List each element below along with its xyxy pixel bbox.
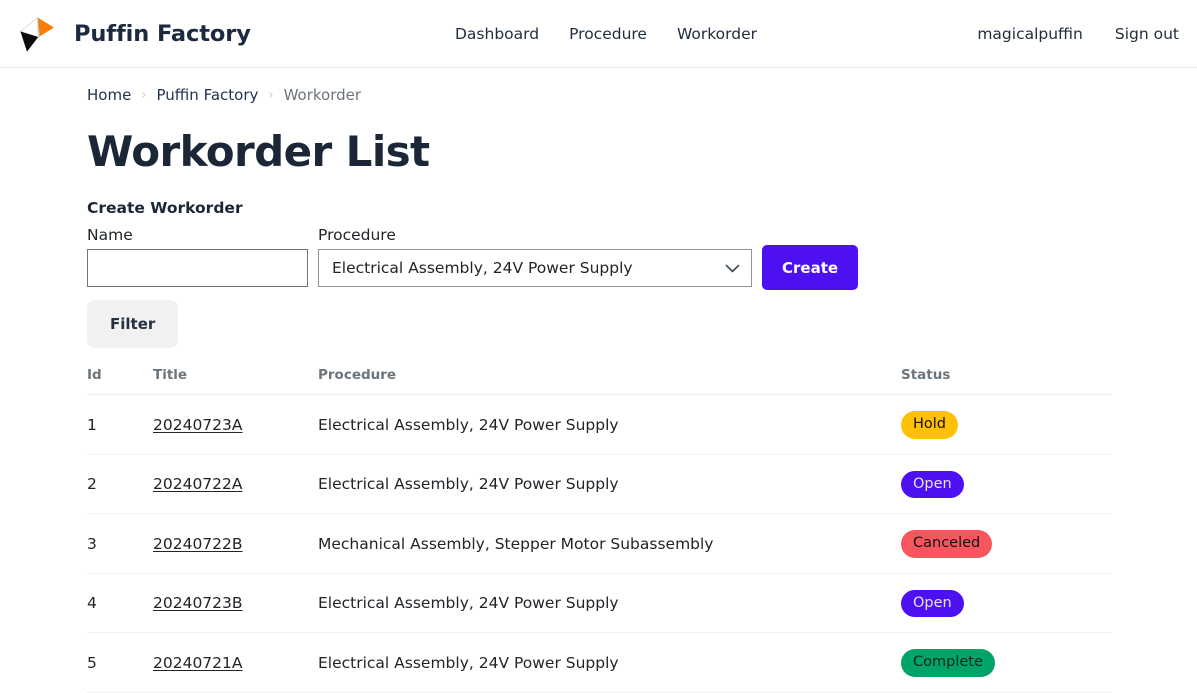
column-header-title: Title [153, 367, 318, 395]
cell-id: 4 [87, 573, 153, 633]
breadcrumb-separator-icon: › [141, 87, 147, 103]
cell-status: Canceled [901, 513, 1112, 574]
status-badge: Open [901, 470, 964, 498]
name-label: Name [87, 226, 133, 244]
cell-procedure: Electrical Assembly, 24V Power Supply [318, 394, 901, 455]
cell-title: 20240722B [153, 513, 318, 574]
cell-title: 20240721A [153, 632, 318, 693]
procedure-select-value: Electrical Assembly, 24V Power Supply [332, 259, 633, 277]
cell-procedure: Electrical Assembly, 24V Power Supply [318, 573, 901, 633]
nav-item-workorder[interactable]: Workorder [677, 25, 757, 43]
breadcrumb-item-home[interactable]: Home [87, 86, 131, 104]
nav-item-procedure[interactable]: Procedure [569, 25, 647, 43]
cell-procedure: Electrical Assembly, 24V Power Supply [318, 454, 901, 514]
filter-button[interactable]: Filter [87, 300, 179, 348]
procedure-select-wrapper: Electrical Assembly, 24V Power Supply [318, 249, 752, 287]
cell-title: 20240723B [153, 573, 318, 633]
workorder-title-link[interactable]: 20240722B [153, 535, 243, 553]
column-header-id: Id [87, 367, 153, 395]
primary-nav: Dashboard Procedure Workorder [455, 0, 757, 68]
create-workorder-form: Name Procedure Electrical Assembly, 24V … [87, 226, 1197, 290]
table-row: 5 20240721A Electrical Assembly, 24V Pow… [87, 632, 1112, 693]
top-navbar: Puffin Factory Dashboard Procedure Worko… [0, 0, 1197, 68]
procedure-field-group: Procedure Electrical Assembly, 24V Power… [318, 226, 752, 287]
workorder-title-link[interactable]: 20240721A [153, 654, 243, 672]
cell-status: Complete [901, 632, 1112, 693]
table-row: 3 20240722B Mechanical Assembly, Stepper… [87, 513, 1112, 574]
column-header-status: Status [901, 367, 1112, 395]
cell-status: Hold [901, 394, 1112, 455]
status-badge: Complete [901, 649, 995, 677]
table-row: 1 20240723A Electrical Assembly, 24V Pow… [87, 394, 1112, 455]
puffin-kite-logo-icon [14, 11, 60, 57]
table-body: 1 20240723A Electrical Assembly, 24V Pow… [87, 394, 1112, 693]
page-body: Home › Puffin Factory › Workorder Workor… [0, 68, 1197, 693]
nav-item-sign-out[interactable]: Sign out [1115, 25, 1179, 43]
brand-name: Puffin Factory [74, 20, 251, 47]
cell-id: 3 [87, 513, 153, 574]
workorder-title-link[interactable]: 20240723B [153, 594, 243, 612]
nav-item-dashboard[interactable]: Dashboard [455, 25, 539, 43]
workorder-table: Id Title Procedure Status 1 20240723A El… [87, 367, 1112, 693]
breadcrumb: Home › Puffin Factory › Workorder [87, 68, 1197, 104]
status-badge: Canceled [901, 530, 993, 558]
page-title: Workorder List [87, 127, 430, 176]
cell-status: Open [901, 573, 1112, 633]
table-row: 4 20240723B Electrical Assembly, 24V Pow… [87, 573, 1112, 633]
table-header-row: Id Title Procedure Status [87, 367, 1112, 395]
breadcrumb-item-workorder: Workorder [283, 86, 362, 104]
table-header: Id Title Procedure Status [87, 367, 1112, 395]
status-badge: Hold [901, 411, 959, 439]
cell-procedure: Mechanical Assembly, Stepper Motor Subas… [318, 513, 901, 574]
column-header-procedure: Procedure [318, 367, 901, 395]
procedure-select[interactable]: Electrical Assembly, 24V Power Supply [318, 249, 752, 287]
breadcrumb-item-puffin-factory[interactable]: Puffin Factory [157, 86, 259, 104]
name-input[interactable] [87, 249, 308, 287]
cell-id: 1 [87, 394, 153, 455]
breadcrumb-separator-icon: › [268, 87, 274, 103]
create-workorder-heading: Create Workorder [87, 199, 243, 217]
cell-title: 20240723A [153, 394, 318, 455]
workorder-title-link[interactable]: 20240722A [153, 475, 243, 493]
cell-id: 5 [87, 632, 153, 693]
brand-home-link[interactable]: Puffin Factory [14, 11, 251, 57]
nav-item-username[interactable]: magicalpuffin [977, 25, 1083, 43]
account-nav: magicalpuffin Sign out [977, 0, 1179, 68]
cell-id: 2 [87, 454, 153, 514]
status-badge: Open [901, 589, 964, 617]
cell-title: 20240722A [153, 454, 318, 514]
procedure-label: Procedure [318, 226, 396, 244]
name-field-group: Name [87, 226, 308, 287]
cell-status: Open [901, 454, 1112, 514]
cell-procedure: Electrical Assembly, 24V Power Supply [318, 632, 901, 693]
table-row: 2 20240722A Electrical Assembly, 24V Pow… [87, 454, 1112, 514]
workorder-title-link[interactable]: 20240723A [153, 416, 243, 434]
create-button[interactable]: Create [762, 245, 859, 290]
